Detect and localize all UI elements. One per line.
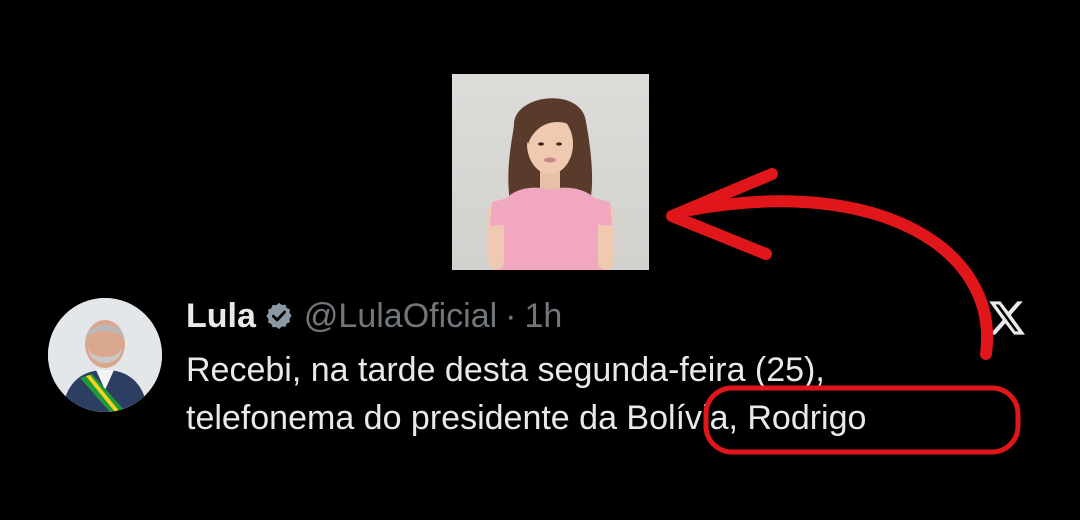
portrait-photo xyxy=(452,74,649,270)
tweet-text-line-1: Recebi, na tarde desta segunda-feira (25… xyxy=(186,351,825,389)
avatar[interactable] xyxy=(48,298,162,412)
user-handle[interactable]: @LulaOficial xyxy=(304,297,497,336)
curved-arrow-shaft xyxy=(684,195,994,360)
timestamp[interactable]: 1h xyxy=(525,297,563,336)
portrait-illustration xyxy=(488,98,614,270)
avatar-illustration xyxy=(48,298,162,412)
arrow-head xyxy=(666,168,778,260)
display-name[interactable]: Lula xyxy=(186,297,256,336)
separator-dot: · xyxy=(505,296,517,335)
tweet-header: Lula @LulaOficial · 1h xyxy=(186,292,562,340)
tweet-text-line-2: telefonema do presidente da Bolívia, Rod… xyxy=(186,399,867,437)
tweet-text: Recebi, na tarde desta segunda-feira (25… xyxy=(186,346,1046,442)
verified-badge-icon xyxy=(264,301,294,331)
x-logo-icon xyxy=(987,298,1027,338)
